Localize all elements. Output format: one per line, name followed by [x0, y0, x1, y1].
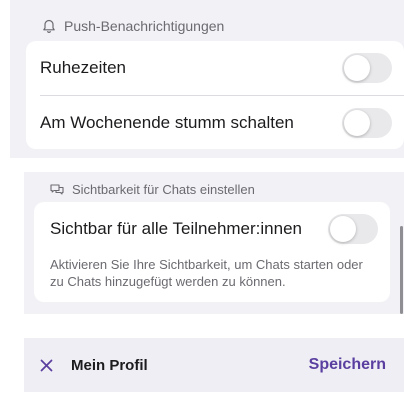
- chat-bubbles-icon: [50, 183, 64, 195]
- push-section-header: Push-Benachrichtigungen: [42, 18, 224, 34]
- save-button[interactable]: Speichern: [309, 356, 386, 374]
- visibility-toggle[interactable]: [328, 214, 378, 244]
- visibility-section-header: Sichtbarkeit für Chats einstellen: [50, 182, 255, 197]
- toggle-knob: [330, 216, 356, 242]
- visibility-toggle-row: Sichtbar für alle Teilnehmer:innen: [34, 202, 390, 256]
- visibility-description: Aktivieren Sie Ihre Sichtbarkeit, um Cha…: [50, 257, 363, 289]
- profile-navbar: Mein Profil Speichern: [24, 338, 404, 392]
- toggle-knob: [344, 55, 370, 81]
- page-title: Mein Profil: [71, 356, 148, 374]
- close-button[interactable]: [40, 359, 53, 372]
- push-section-title: Push-Benachrichtigungen: [64, 18, 225, 34]
- weekend-mute-label: Am Wochenende stumm schalten: [40, 112, 294, 132]
- weekend-mute-row: Am Wochenende stumm schalten: [26, 96, 404, 149]
- push-notifications-panel: Push-Benachrichtigungen Ruhezeiten Am Wo…: [10, 0, 404, 158]
- visibility-toggle-label: Sichtbar für alle Teilnehmer:innen: [50, 219, 302, 238]
- quiet-hours-toggle[interactable]: [342, 53, 392, 83]
- weekend-mute-toggle[interactable]: [342, 107, 392, 138]
- chat-visibility-panel: Sichtbarkeit für Chats einstellen Sichtb…: [24, 172, 404, 314]
- push-settings-card: Ruhezeiten Am Wochenende stumm schalten: [26, 41, 404, 149]
- scrollbar[interactable]: [400, 226, 403, 314]
- quiet-hours-row: Ruhezeiten: [26, 41, 404, 95]
- close-icon: [40, 359, 53, 371]
- visibility-settings-card: Sichtbar für alle Teilnehmer:innen Aktiv…: [34, 202, 390, 302]
- quiet-hours-label: Ruhezeiten: [40, 58, 127, 77]
- toggle-knob: [344, 109, 370, 136]
- visibility-section-title: Sichtbarkeit für Chats einstellen: [72, 182, 255, 197]
- bell-icon: [43, 19, 55, 33]
